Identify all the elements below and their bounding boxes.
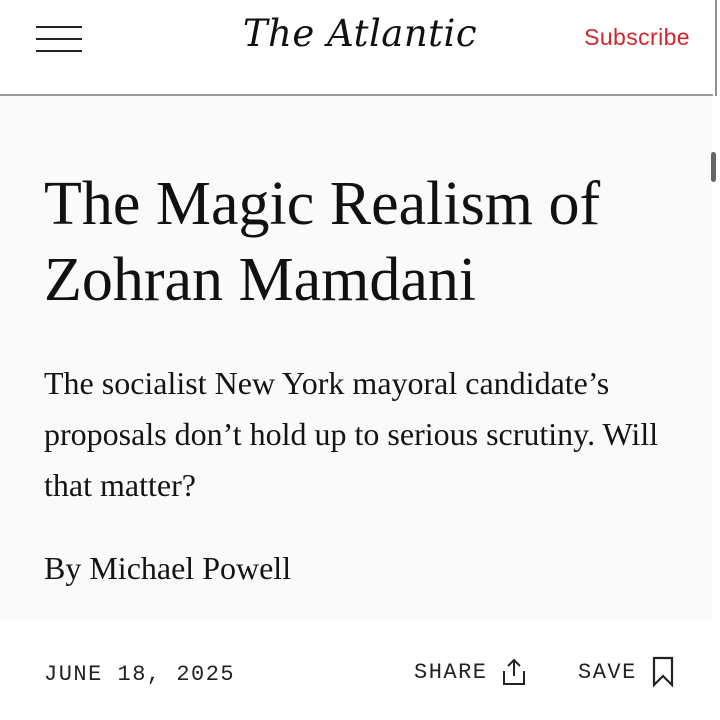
- scrollbar-thumb[interactable]: [711, 152, 716, 182]
- byline-prefix: By: [44, 550, 82, 586]
- menu-line-middle: [36, 38, 82, 40]
- byline: By Michael Powell: [44, 546, 291, 590]
- header-edge-divider: [715, 0, 717, 96]
- scrollbar-track: [713, 0, 720, 720]
- menu-line-bottom: [36, 50, 82, 52]
- share-label: SHARE: [414, 659, 488, 685]
- site-header: The Atlantic Subscribe: [0, 0, 720, 96]
- author-link[interactable]: Michael Powell: [89, 550, 291, 586]
- save-label: SAVE: [578, 659, 637, 685]
- hamburger-menu-icon[interactable]: [36, 24, 82, 54]
- bookmark-icon: [652, 656, 673, 688]
- article-dek: The socialist New York mayoral candidate…: [44, 365, 659, 503]
- site-logo[interactable]: The Atlantic: [200, 12, 520, 55]
- share-upload-icon: [502, 658, 525, 685]
- subscribe-link[interactable]: Subscribe: [584, 24, 690, 51]
- menu-line-top: [36, 26, 82, 28]
- save-button[interactable]: SAVE: [578, 654, 675, 690]
- publish-date: JUNE 18, 2025: [44, 662, 236, 687]
- share-button[interactable]: SHARE: [414, 654, 528, 690]
- article-headline: The Magic Realism of Zohran Mamdani: [44, 170, 601, 314]
